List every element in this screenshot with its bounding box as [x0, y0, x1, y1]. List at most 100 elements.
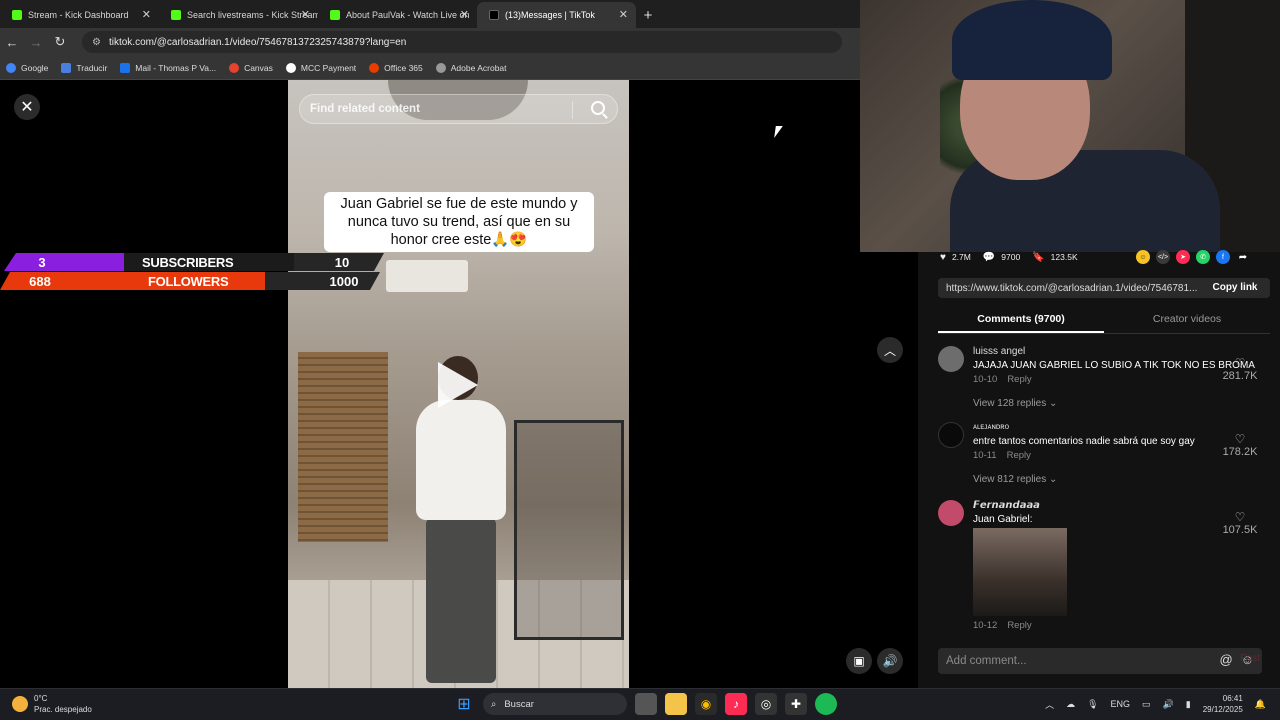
- favorite-button[interactable]: 🔖 123.5K: [1032, 252, 1077, 263]
- bookmark-acrobat[interactable]: Adobe Acrobat: [435, 62, 507, 73]
- back-icon[interactable]: ←: [0, 35, 24, 50]
- network-icon[interactable]: ▭: [1142, 699, 1151, 710]
- send-icon[interactable]: ➤: [1176, 250, 1190, 264]
- share-link-box[interactable]: https://www.tiktok.com/@carlosadrian.1/v…: [938, 278, 1270, 298]
- find-related-search[interactable]: Find related content: [299, 94, 618, 124]
- bookmark-office[interactable]: Office 365: [369, 62, 423, 73]
- windows-start-icon[interactable]: ⊞: [453, 693, 475, 715]
- spotify-icon[interactable]: [815, 693, 837, 715]
- avatar[interactable]: [938, 346, 964, 372]
- bookmark-traducir[interactable]: Traducir: [61, 62, 107, 73]
- copy-link-button[interactable]: Copy link: [1200, 278, 1270, 298]
- microphone-icon[interactable]: 🎙: [1087, 699, 1098, 710]
- forward-icon[interactable]: →: [24, 35, 48, 50]
- comment-text: Juan Gabriel:: [973, 514, 1033, 525]
- weather-widget[interactable]: 0°C Prac. despejado: [12, 693, 92, 715]
- office-icon: [369, 62, 380, 73]
- cloud-icon[interactable]: ☁: [1066, 699, 1075, 710]
- chevron-up-icon: ︿: [883, 343, 896, 358]
- tab-creator-videos[interactable]: Creator videos: [1104, 310, 1270, 333]
- comment-username[interactable]: ᴀʟᴇᴊᴀɴᴅʀᴏ: [973, 422, 1009, 431]
- comment-username[interactable]: 𝙁𝙚𝙧𝙣𝙖𝙣𝙙𝙖𝙖𝙖: [973, 500, 1040, 511]
- webcam-cap: [952, 0, 1112, 80]
- bookmark-google[interactable]: Google: [6, 62, 48, 73]
- comment-like-button[interactable]: ♡ 107.5K: [1220, 510, 1260, 536]
- view-replies-button[interactable]: View 128 replies ⌄: [973, 398, 1057, 409]
- close-tab-icon[interactable]: ✕: [301, 8, 310, 21]
- taskbar-search[interactable]: ⌕ Buscar: [483, 693, 627, 715]
- google-icon: [6, 62, 16, 73]
- close-video-button[interactable]: ✕: [14, 94, 40, 120]
- comment-input[interactable]: Add comment... @ ☺: [938, 648, 1262, 674]
- weather-icon: [12, 696, 28, 712]
- close-tab-icon[interactable]: ✕: [460, 8, 469, 21]
- task-view-icon[interactable]: [635, 693, 657, 715]
- url-text: tiktok.com/@carlosadrian.1/video/7546781…: [108, 36, 407, 48]
- comment-like-count: 107.5K: [1222, 524, 1258, 536]
- likes-count: 2.7M: [951, 252, 971, 262]
- weather-temp: 0°C: [34, 694, 48, 703]
- url-field[interactable]: ⚙ tiktok.com/@carlosadrian.1/video/75467…: [82, 31, 842, 53]
- video-player[interactable]: Find related content Juan Gabriel se fue…: [288, 80, 629, 688]
- payment-icon: [285, 62, 296, 73]
- close-tab-icon[interactable]: ✕: [142, 8, 151, 21]
- close-tab-icon[interactable]: ✕: [619, 8, 628, 21]
- chrome-icon[interactable]: ◉: [695, 693, 717, 715]
- bookmark-mcc-payment[interactable]: MCC Payment: [285, 62, 356, 73]
- reply-button[interactable]: Reply: [1007, 374, 1031, 385]
- comment-like-button[interactable]: ♡ 281.7K: [1220, 356, 1260, 382]
- chevron-up-icon[interactable]: ︿: [1045, 698, 1054, 711]
- clock[interactable]: 06:41 29/12/2025: [1203, 693, 1243, 715]
- notification-icon[interactable]: 🔔: [1255, 699, 1266, 710]
- tab-kick-search[interactable]: Search livestreams - Kick Stream ✕: [159, 2, 318, 28]
- like-button[interactable]: ♥ 2.7M: [940, 252, 971, 263]
- comment-date: 10-11: [973, 450, 997, 461]
- tab-kick-dashboard[interactable]: Stream - Kick Dashboard ✕: [0, 2, 159, 28]
- picture-in-picture-button[interactable]: ▣: [846, 648, 872, 674]
- play-icon[interactable]: [438, 362, 478, 408]
- kick-icon: [330, 10, 340, 20]
- mention-icon[interactable]: @: [1220, 652, 1233, 667]
- comment-username[interactable]: luisss angel: [973, 346, 1025, 357]
- post-button[interactable]: Post: [1240, 653, 1260, 664]
- whatsapp-icon[interactable]: ✆: [1196, 250, 1210, 264]
- video-action-bar: ♥ 2.7M 💬 9700 🔖 123.5K: [940, 252, 1090, 263]
- battery-icon[interactable]: ▮: [1186, 699, 1191, 710]
- tab-comments[interactable]: Comments (9700): [938, 310, 1104, 333]
- comment-button[interactable]: 💬 9700: [983, 252, 1020, 263]
- view-replies-button[interactable]: View 812 replies ⌄: [973, 474, 1057, 485]
- game-controller-icon[interactable]: ✚: [785, 693, 807, 715]
- reload-icon[interactable]: ↻: [48, 34, 72, 50]
- comment-image[interactable]: [973, 528, 1067, 616]
- new-tab-button[interactable]: +: [636, 2, 660, 28]
- comment-meta: 10-12 Reply: [973, 620, 1032, 631]
- facebook-icon[interactable]: f: [1216, 250, 1230, 264]
- site-info-icon[interactable]: ⚙: [92, 37, 101, 48]
- comment-icon: 💬: [982, 251, 996, 263]
- tab-tiktok-messages[interactable]: (13)Messages | TikTok ✕: [477, 2, 636, 28]
- video-frame-person-legs: [426, 518, 496, 683]
- comment-like-button[interactable]: ♡ 178.2K: [1220, 432, 1260, 458]
- language-indicator[interactable]: ENG: [1111, 699, 1131, 709]
- speaker-icon[interactable]: 🔊: [1163, 699, 1174, 710]
- avatar[interactable]: [938, 422, 964, 448]
- avatar[interactable]: [938, 500, 964, 526]
- bookmark-mail[interactable]: Mail - Thomas P Va...: [120, 62, 216, 73]
- previous-video-button[interactable]: ︿: [877, 337, 903, 363]
- windows-taskbar: 0°C Prac. despejado ⊞ ⌕ Buscar ◉ ♪ ◎ ✚ ︿ ☁…: [0, 688, 1280, 720]
- search-icon[interactable]: [591, 101, 605, 115]
- comment-text: JAJAJA JUAN GABRIEL LO SUBIO A TIK TOK N…: [973, 360, 1255, 371]
- bookmark-canvas[interactable]: Canvas: [229, 62, 273, 73]
- obs-icon[interactable]: ◎: [755, 693, 777, 715]
- tab-kick-about[interactable]: About PaulVak - Watch Live on ✕: [318, 2, 477, 28]
- reply-button[interactable]: Reply: [1007, 450, 1031, 461]
- reply-button[interactable]: Reply: [1007, 620, 1031, 631]
- emoji-share-icon[interactable]: ☺: [1136, 250, 1150, 264]
- share-arrow-icon[interactable]: ➦: [1236, 250, 1250, 264]
- taskbar-apps: ⊞ ⌕ Buscar ◉ ♪ ◎ ✚: [453, 693, 837, 715]
- tiktok-app-icon[interactable]: ♪: [725, 693, 747, 715]
- file-explorer-icon[interactable]: [665, 693, 687, 715]
- volume-button[interactable]: 🔊: [877, 648, 903, 674]
- embed-icon[interactable]: </>: [1156, 250, 1170, 264]
- comment-meta: 10-10 Reply: [973, 374, 1032, 385]
